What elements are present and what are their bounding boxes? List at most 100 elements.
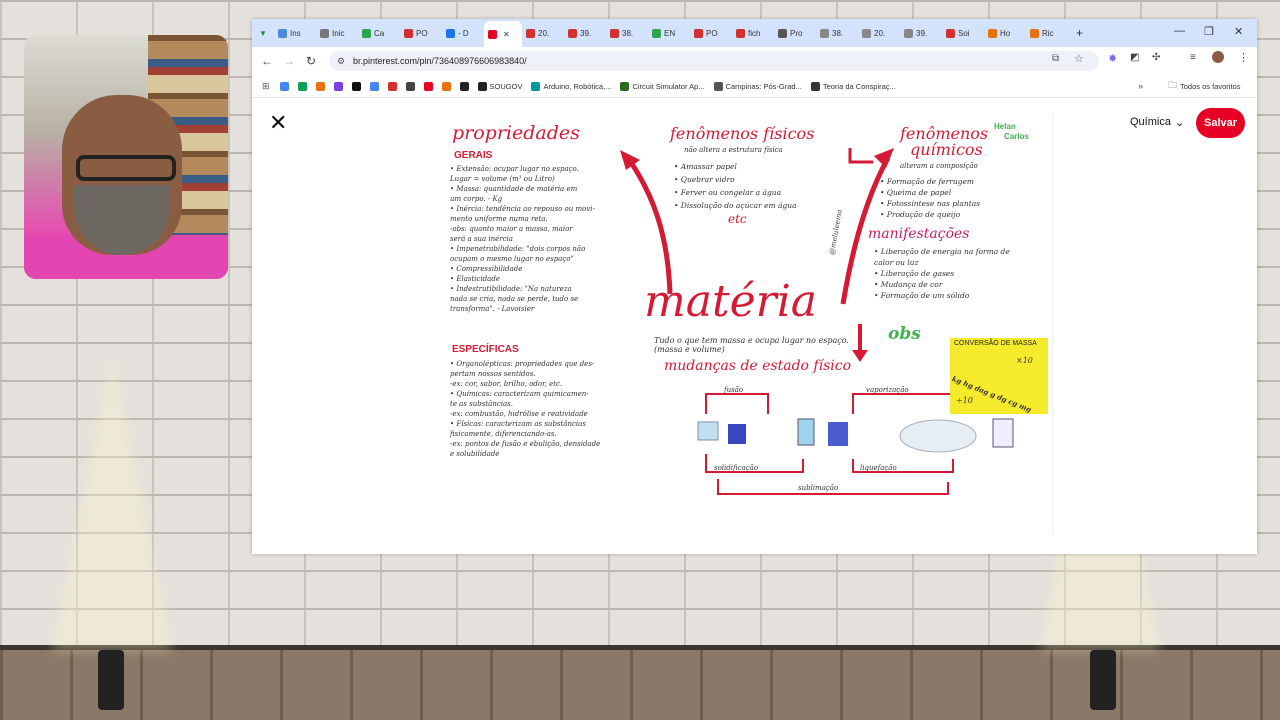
- mindmap-list-line: • Produção de queijo: [880, 210, 961, 219]
- browser-tab[interactable]: 39.: [564, 22, 606, 44]
- bookmark-favicon-icon: [531, 81, 541, 91]
- reload-button[interactable]: ↻: [300, 54, 322, 68]
- close-tab-icon[interactable]: ✕: [503, 30, 510, 39]
- bookmark-item[interactable]: Teoria da Conspiraç...: [810, 81, 896, 91]
- bookmark-favicon-icon: [713, 81, 723, 91]
- browser-tab[interactable]: PO: [690, 22, 732, 44]
- tab-title: Ric: [1042, 28, 1054, 38]
- tab-title: 39.: [580, 28, 592, 38]
- browser-tab[interactable]: Pro: [774, 22, 816, 44]
- reading-list-icon[interactable]: ≡: [1190, 52, 1196, 63]
- extension-icon[interactable]: ✸: [1108, 52, 1117, 65]
- bookmark-item[interactable]: [333, 81, 343, 91]
- bookmark-item[interactable]: [387, 81, 397, 91]
- site-info-icon[interactable]: ⚙: [337, 51, 345, 71]
- tab-strip: ▾ Ins Inic Ca PO - D ✕ 20. 39. 38. EN PO fich Pro 38.…: [252, 19, 1257, 47]
- bookmark-item[interactable]: [423, 81, 433, 91]
- bookmark-item[interactable]: [279, 81, 289, 91]
- bookmark-item[interactable]: [441, 81, 451, 91]
- arrow-head: [620, 150, 640, 170]
- browser-tab[interactable]: EN: [648, 22, 690, 44]
- physical-phenomena-title: fenômenos físicos: [670, 124, 815, 143]
- chemical-phenomena-list: • Formação de ferrugem • Queima de papel •…: [880, 176, 980, 220]
- mindmap-list-line: • Elasticidade: [450, 275, 500, 283]
- bookmark-item[interactable]: SOUGOV: [477, 81, 522, 91]
- bookmark-item[interactable]: [459, 81, 469, 91]
- install-app-icon[interactable]: ⧉: [1052, 53, 1059, 64]
- bookmark-item[interactable]: Arduino, Robótica,...: [531, 81, 611, 91]
- browser-tab[interactable]: 20.: [858, 22, 900, 44]
- forward-button[interactable]: →: [278, 54, 300, 68]
- browser-tab[interactable]: 20.: [522, 22, 564, 44]
- close-window-button[interactable]: ✕: [1234, 25, 1243, 38]
- pin-image-mindmap[interactable]: propriedades GERAIS • Extensão: ocupar l…: [448, 114, 1053, 534]
- browser-tab[interactable]: Ric: [1026, 22, 1068, 44]
- restore-button[interactable]: ❐: [1204, 25, 1214, 38]
- bookmark-star-icon[interactable]: ☆: [1074, 52, 1084, 65]
- menu-kebab-icon[interactable]: ⋮: [1238, 51, 1249, 64]
- mindmap-list-line: • Organolépticas: propriedades que des-: [450, 360, 595, 368]
- new-tab-button[interactable]: +: [1076, 26, 1083, 40]
- browser-tab[interactable]: Soi: [942, 22, 984, 44]
- multiply-by-ten: ×10: [1016, 356, 1033, 365]
- sublimation-label: sublimação: [798, 484, 839, 492]
- browser-tab[interactable]: 38.: [606, 22, 648, 44]
- bookmark-item[interactable]: Circuit Simulator Ap...: [620, 81, 705, 91]
- close-pin-button[interactable]: ✕: [269, 110, 287, 136]
- minimize-button[interactable]: —: [1174, 25, 1185, 37]
- profile-avatar[interactable]: [1212, 51, 1224, 63]
- extension-icon[interactable]: ◩: [1130, 52, 1139, 63]
- browser-tab[interactable]: Ca: [358, 22, 400, 44]
- etc-label: etc: [728, 212, 747, 226]
- bookmark-item[interactable]: [315, 81, 325, 91]
- bookmark-item[interactable]: [297, 81, 307, 91]
- mindmap-list-line: • Compressibilidade: [450, 265, 523, 273]
- mindmap-list-line: • Fotossíntese nas plantas: [880, 199, 981, 208]
- browser-tab[interactable]: ✕: [484, 21, 522, 47]
- tab-favicon-icon: [488, 29, 497, 39]
- bookmark-item[interactable]: Campinas: Pós-Grad...: [713, 81, 802, 91]
- browser-tab[interactable]: Inic: [316, 22, 358, 44]
- mindmap-list-line: e solubilidade: [450, 450, 500, 458]
- bookmark-label: Teoria da Conspiraç...: [822, 81, 896, 91]
- center-title: matéria: [644, 276, 818, 327]
- address-bar[interactable]: ⚙ br.pinterest.com/pin/73640897660698384…: [329, 51, 1099, 71]
- browser-tab[interactable]: - D: [442, 22, 484, 44]
- manifestations-title: manifestações: [868, 226, 970, 242]
- tab-favicon-icon: [446, 28, 455, 38]
- bookmark-favicon-icon: [810, 81, 820, 91]
- arrow-fusion: [705, 393, 769, 414]
- vaporization-label: vaporização: [866, 386, 909, 394]
- mindmap-list-line: • Ferver ou congelar a água: [674, 188, 782, 197]
- browser-tab[interactable]: fich: [732, 22, 774, 44]
- more-bookmarks-icon[interactable]: »: [1138, 81, 1143, 91]
- extensions-puzzle-icon[interactable]: ✣: [1152, 52, 1160, 63]
- apps-grid-icon[interactable]: ⊞: [262, 81, 270, 92]
- tab-title: Ca: [374, 28, 385, 38]
- solid-particles-icon: [728, 424, 746, 444]
- mindmap-list-line: Lugar = volume (m³ ou Litro): [450, 175, 555, 183]
- tab-search-icon[interactable]: ▾: [252, 28, 274, 39]
- bookmark-favicon-icon: [405, 81, 415, 91]
- board-selector[interactable]: Química ⌄: [1130, 116, 1184, 129]
- browser-tab[interactable]: Ins: [274, 22, 316, 44]
- tab-title: - D: [458, 28, 469, 38]
- bookmark-item[interactable]: [369, 81, 379, 91]
- browser-tab[interactable]: 38.: [816, 22, 858, 44]
- solidification-label: solidificação: [714, 464, 759, 472]
- bookmark-item[interactable]: [405, 81, 415, 91]
- back-button[interactable]: ←: [256, 54, 278, 68]
- save-button[interactable]: Salvar: [1196, 108, 1245, 138]
- cloud-icon: [899, 419, 977, 453]
- mindmap-list-line: calor ou luz: [874, 258, 919, 267]
- mindmap-list-line: • Físicas: caracterizam as substâncias: [450, 420, 586, 428]
- mindmap-list-line: • Formação de ferrugem: [880, 177, 975, 186]
- browser-tab[interactable]: 39.: [900, 22, 942, 44]
- all-bookmarks-button[interactable]: 🗀 Todos os favoritos: [1168, 78, 1240, 94]
- liquid-particles-icon: [828, 422, 848, 446]
- obs-label: obs: [888, 324, 921, 344]
- browser-tab[interactable]: PO: [400, 22, 442, 44]
- bookmark-favicon-icon: [297, 81, 307, 91]
- browser-tab[interactable]: Ho: [984, 22, 1026, 44]
- bookmark-item[interactable]: [351, 81, 361, 91]
